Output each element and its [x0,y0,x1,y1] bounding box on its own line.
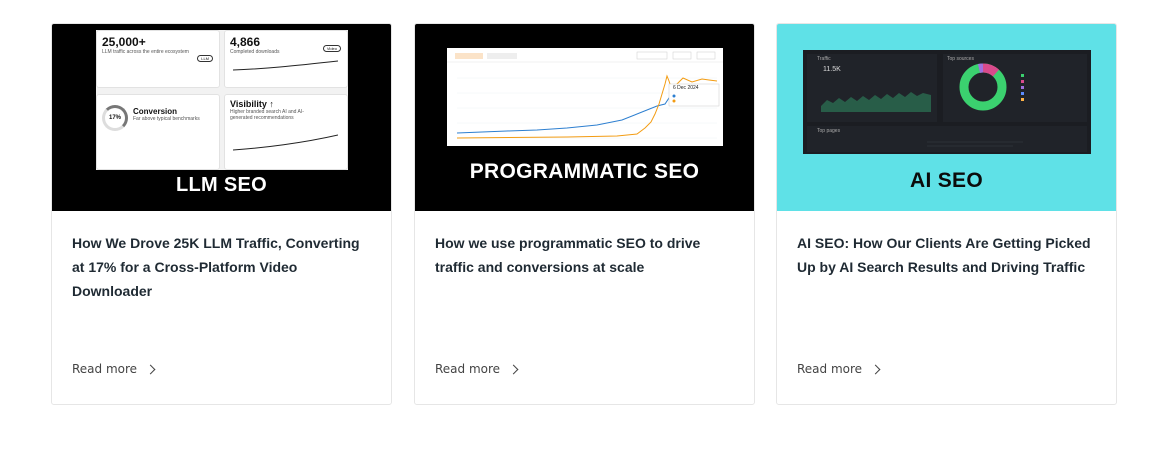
thumbnail-label: LLM SEO [176,174,267,196]
card-thumbnail[interactable]: Traffic 11.5K Top sources Top pages AI S… [777,24,1116,211]
thumbnail-screenshot: 25,000+ LLM traffic across the entire ec… [96,30,348,170]
card-thumbnail[interactable]: 25,000+ LLM traffic across the entire ec… [52,24,391,211]
article-card-ai-seo[interactable]: Traffic 11.5K Top sources Top pages AI S… [776,23,1117,405]
read-more-label: Read more [797,362,863,376]
traffic-line-chart [447,48,723,146]
read-more-link[interactable]: Read more [797,362,881,376]
chevron-right-icon [145,364,156,375]
chevron-right-icon [508,364,519,375]
article-card-llm-seo[interactable]: 25,000+ LLM traffic across the entire ec… [51,23,392,405]
visibility-label: Visibility ↑ [230,99,274,109]
article-card-programmatic-seo[interactable]: 6 Dec 2024 PROGRAMMATIC SEO How we use p… [414,23,755,405]
thumbnail-screenshot: 6 Dec 2024 [447,48,723,146]
card-title[interactable]: How We Drove 25K LLM Traffic, Converting… [72,231,375,303]
conversion-panel: 17% Conversion Far above typical benchma… [96,94,220,170]
thumbnail-screenshot: Traffic 11.5K Top sources Top pages [803,50,1091,154]
traffic-value: 11.5K [823,66,841,73]
read-more-link[interactable]: Read more [435,362,519,376]
card-title[interactable]: AI SEO: How Our Clients Are Getting Pick… [797,231,1100,279]
visibility-panel: Visibility ↑ Higher branded search AI an… [224,94,348,170]
conversion-ring-icon: 17% [102,105,128,131]
read-more-link[interactable]: Read more [72,362,156,376]
visibility-text: Higher branded search AI and AI-generate… [230,109,304,121]
read-more-label: Read more [435,362,501,376]
stat-value: 25,000+ [102,35,146,49]
thumbnail-label: AI SEO [910,169,983,192]
chevron-right-icon [870,364,881,375]
conversion-rate: 17% [108,115,121,121]
stat-panel: 25,000+ LLM traffic across the entire ec… [96,30,220,88]
conversion-label: Conversion [133,107,178,116]
tooltip-date: 6 Dec 2024 [673,85,699,91]
traffic-label: Traffic [817,56,831,62]
stat-panel: 4,866 Completed downloads Video [224,30,348,88]
thumbnail-label: PROGRAMMATIC SEO [469,160,700,183]
top-sources-label: Top sources [947,56,974,62]
stat-text: LLM traffic across the entire ecosystem [102,49,189,55]
top-pages-label: Top pages [817,128,841,134]
card-title[interactable]: How we use programmatic SEO to drive tra… [435,231,738,279]
read-more-label: Read more [72,362,138,376]
conversion-text: Far above typical benchmarks [133,116,200,122]
card-thumbnail[interactable]: 6 Dec 2024 PROGRAMMATIC SEO [415,24,754,211]
analytics-dashboard [803,50,1091,154]
